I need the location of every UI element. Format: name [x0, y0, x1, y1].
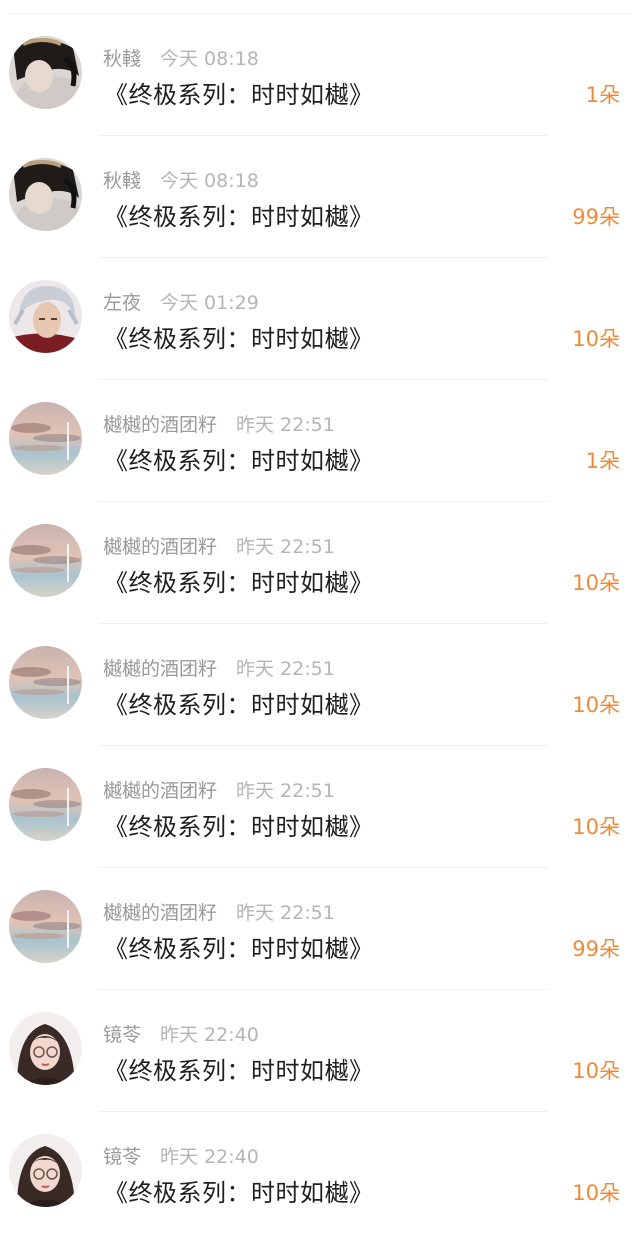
gift-records-page: 秋輚 今天 08:18 《终极系列：时时如樾》 1朵 秋輚 今天 08:18 《…: [0, 0, 640, 1232]
user-name[interactable]: 樾樾的酒团籽: [103, 776, 217, 803]
flower-count: 1朵: [585, 83, 620, 107]
flower-count: 10朵: [572, 815, 620, 839]
record-time: 昨天 22:51: [236, 657, 335, 680]
list-item[interactable]: 镜苓 昨天 22:40 《终极系列：时时如樾》 10朵: [0, 1112, 640, 1234]
gift-title: 《终极系列：时时如樾》: [104, 81, 374, 109]
avatar[interactable]: [9, 768, 82, 841]
user-name[interactable]: 樾樾的酒团籽: [103, 654, 217, 681]
flower-count: 1朵: [585, 449, 620, 473]
user-name[interactable]: 秋輚: [103, 166, 141, 193]
list-item[interactable]: 樾樾的酒团籽 昨天 22:51 《终极系列：时时如樾》 99朵: [0, 868, 640, 990]
record-time: 昨天 22:51: [236, 535, 335, 558]
record-meta: 樾樾的酒团籽 昨天 22:51: [103, 776, 335, 802]
record-time: 今天 08:18: [160, 169, 259, 192]
list-item[interactable]: 秋輚 今天 08:18 《终极系列：时时如樾》 99朵: [0, 136, 640, 258]
record-time: 昨天 22:51: [236, 779, 335, 802]
list-item[interactable]: 镜苓 昨天 22:40 《终极系列：时时如樾》 10朵: [0, 990, 640, 1112]
user-name[interactable]: 镜苓: [103, 1020, 141, 1047]
record-time: 昨天 22:51: [236, 413, 335, 436]
list-item[interactable]: 秋輚 今天 08:18 《终极系列：时时如樾》 1朵: [0, 14, 640, 136]
gift-title: 《终极系列：时时如樾》: [104, 935, 374, 963]
gift-title: 《终极系列：时时如樾》: [104, 325, 374, 353]
record-meta: 樾樾的酒团籽 昨天 22:51: [103, 654, 335, 680]
avatar[interactable]: [9, 158, 82, 231]
record-time: 昨天 22:40: [160, 1145, 259, 1168]
gift-title: 《终极系列：时时如樾》: [104, 447, 374, 475]
gift-title: 《终极系列：时时如樾》: [104, 1057, 374, 1085]
list-item[interactable]: 左夜 今天 01:29 《终极系列：时时如樾》 10朵: [0, 258, 640, 380]
record-time: 昨天 22:51: [236, 901, 335, 924]
avatar[interactable]: [9, 402, 82, 475]
record-meta: 左夜 今天 01:29: [103, 288, 259, 314]
record-meta: 樾樾的酒团籽 昨天 22:51: [103, 410, 335, 436]
flower-count: 10朵: [572, 571, 620, 595]
record-time: 今天 01:29: [160, 291, 259, 314]
user-name[interactable]: 樾樾的酒团籽: [103, 410, 217, 437]
avatar[interactable]: [9, 36, 82, 109]
list-item[interactable]: 樾樾的酒团籽 昨天 22:51 《终极系列：时时如樾》 10朵: [0, 502, 640, 624]
gift-title: 《终极系列：时时如樾》: [104, 203, 374, 231]
gift-title: 《终极系列：时时如樾》: [104, 1179, 374, 1207]
flower-count: 10朵: [572, 1181, 620, 1205]
list-item[interactable]: 樾樾的酒团籽 昨天 22:51 《终极系列：时时如樾》 10朵: [0, 746, 640, 868]
flower-count: 99朵: [572, 937, 620, 961]
record-meta: 秋輚 今天 08:18: [103, 166, 259, 192]
list-item[interactable]: 樾樾的酒团籽 昨天 22:51 《终极系列：时时如樾》 10朵: [0, 624, 640, 746]
record-meta: 樾樾的酒团籽 昨天 22:51: [103, 532, 335, 558]
avatar[interactable]: [9, 524, 82, 597]
user-name[interactable]: 左夜: [103, 288, 141, 315]
list-item[interactable]: 樾樾的酒团籽 昨天 22:51 《终极系列：时时如樾》 1朵: [0, 380, 640, 502]
record-meta: 镜苓 昨天 22:40: [103, 1020, 259, 1046]
record-time: 昨天 22:40: [160, 1023, 259, 1046]
record-time: 今天 08:18: [160, 47, 259, 70]
record-meta: 镜苓 昨天 22:40: [103, 1142, 259, 1168]
avatar[interactable]: [9, 890, 82, 963]
user-name[interactable]: 樾樾的酒团籽: [103, 532, 217, 559]
gift-title: 《终极系列：时时如樾》: [104, 691, 374, 719]
flower-count: 99朵: [572, 205, 620, 229]
gift-title: 《终极系列：时时如樾》: [104, 569, 374, 597]
record-meta: 秋輚 今天 08:18: [103, 44, 259, 70]
gift-record-list: 秋輚 今天 08:18 《终极系列：时时如樾》 1朵 秋輚 今天 08:18 《…: [0, 14, 640, 1234]
user-name[interactable]: 秋輚: [103, 44, 141, 71]
flower-count: 10朵: [572, 327, 620, 351]
user-name[interactable]: 镜苓: [103, 1142, 141, 1169]
avatar[interactable]: [9, 646, 82, 719]
flower-count: 10朵: [572, 693, 620, 717]
avatar[interactable]: [9, 1012, 82, 1085]
record-meta: 樾樾的酒团籽 昨天 22:51: [103, 898, 335, 924]
avatar[interactable]: [9, 1134, 82, 1207]
user-name[interactable]: 樾樾的酒团籽: [103, 898, 217, 925]
flower-count: 10朵: [572, 1059, 620, 1083]
gift-title: 《终极系列：时时如樾》: [104, 813, 374, 841]
avatar[interactable]: [9, 280, 82, 353]
